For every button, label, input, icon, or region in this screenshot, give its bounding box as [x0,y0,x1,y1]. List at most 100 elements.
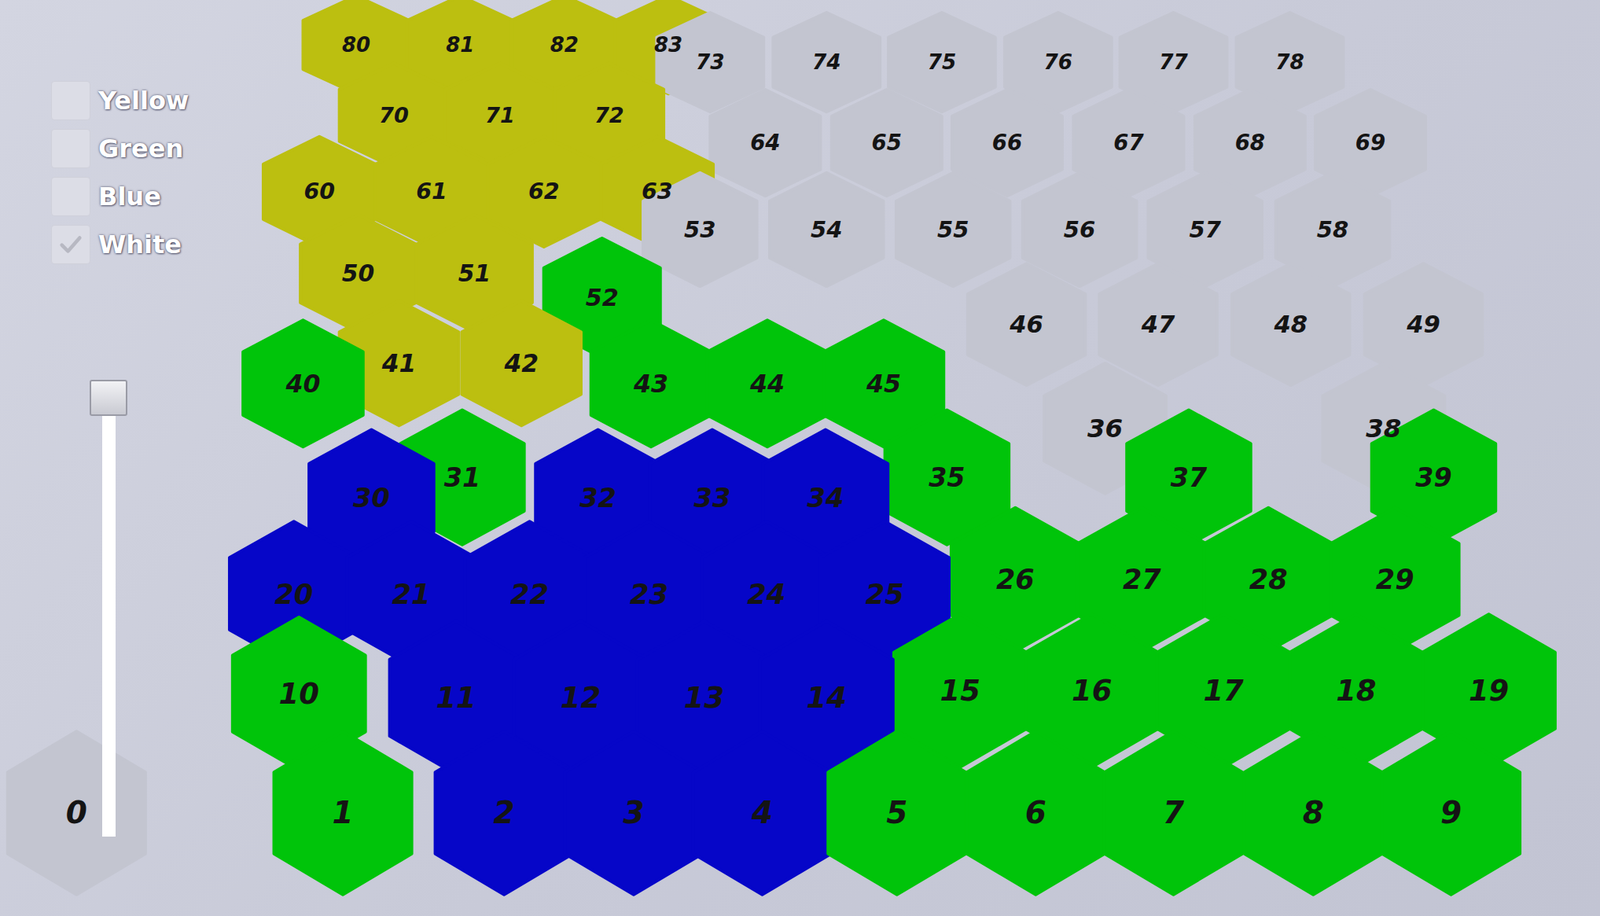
cell-label: 65 [871,129,902,156]
hex-cell[interactable] [435,731,574,895]
cell-label: 50 [342,259,375,287]
hex-cell[interactable] [1244,731,1383,895]
hex-map[interactable]: 0123456789101112131415161718192021222324… [0,0,1600,916]
cell-label: 5 [886,794,908,831]
checkbox[interactable] [51,128,91,169]
cell-label: 51 [458,259,491,287]
vertical-slider[interactable] [89,379,128,837]
cell-label: 35 [928,462,965,493]
cell-label: 66 [992,129,1023,156]
cell-label: 64 [750,129,780,156]
hex-cell[interactable] [242,320,364,447]
cell-label: 22 [510,577,549,611]
cell-label: 15 [940,673,981,708]
hex-cell[interactable] [1099,263,1218,386]
cell-label: 44 [749,369,785,398]
cell-label: 58 [1316,216,1349,243]
cell-label: 37 [1170,462,1208,493]
cell-label: 10 [279,676,320,711]
hex-cell[interactable] [896,172,1011,287]
cell-label: 39 [1415,462,1452,493]
hex-cell[interactable] [1104,731,1243,895]
cell-label: 11 [435,680,476,715]
cell-label: 75 [927,50,957,74]
cell-label: 81 [445,33,475,57]
checkbox[interactable] [51,224,91,265]
cell-label: 12 [560,680,601,715]
cell-label: 19 [1468,673,1509,708]
legend-item[interactable]: White [51,224,189,265]
cell-label: 45 [865,369,902,398]
cell-label: 24 [746,577,786,611]
legend-item[interactable]: Yellow [51,80,189,121]
cell-label: 34 [807,482,845,514]
cell-label: 56 [1063,216,1096,243]
cell-label: 60 [303,178,335,205]
checkbox[interactable] [51,176,91,217]
cell-label: 71 [485,102,515,128]
cell-label: 36 [1087,413,1123,444]
cell-label: 17 [1202,673,1244,708]
hex-cell[interactable] [693,731,832,895]
cell-label: 16 [1071,673,1112,708]
cell-label: 9 [1440,794,1462,831]
cell-label: 25 [865,577,905,611]
hex-cell[interactable] [461,300,582,426]
hex-cell[interactable] [1232,263,1350,386]
cell-label: 49 [1405,310,1441,339]
cell-label: 30 [353,482,390,514]
cell-label: 28 [1249,563,1288,596]
cell-label: 78 [1275,50,1305,74]
hex-cell[interactable] [772,12,880,112]
hex-cell[interactable] [967,731,1105,895]
cell-label: 83 [654,33,683,57]
cell-label: 70 [378,102,409,128]
cell-label: 41 [381,349,417,378]
cell-label: 21 [392,577,431,611]
cell-label: 13 [684,680,725,715]
legend-item[interactable]: Green [51,128,189,169]
hex-cell[interactable] [7,731,146,895]
cell-label: 57 [1189,216,1222,243]
cell-label: 14 [806,680,847,715]
cell-label: 4 [750,794,773,831]
cell-label: 48 [1272,310,1308,339]
hex-cell[interactable] [967,263,1086,386]
cell-label: 20 [274,577,313,611]
hex-cell[interactable] [709,89,821,196]
cell-label: 6 [1025,794,1047,831]
cell-label: 32 [579,482,617,514]
cell-label: 82 [550,33,579,57]
cell-label: 42 [503,349,539,378]
slider-fill [102,415,116,837]
hex-cell[interactable] [831,89,942,196]
hex-cell[interactable] [707,320,828,447]
cell-label: 67 [1113,129,1144,156]
cell-label: 68 [1235,129,1266,156]
cell-label: 26 [996,563,1035,596]
cell-label: 1 [332,794,354,831]
legend-label: Blue [98,181,162,212]
hex-cell[interactable] [769,172,884,287]
cell-label: 18 [1335,673,1376,708]
cell-label: 55 [937,216,969,243]
cell-label: 72 [594,102,625,128]
slider-track[interactable] [102,379,116,837]
cell-label: 23 [629,577,669,611]
legend: Yellow Green Blue White [51,80,189,265]
cell-label: 46 [1008,310,1044,339]
hex-map-view: 0123456789101112131415161718192021222324… [0,0,1600,916]
hex-cell[interactable] [827,731,966,895]
hex-cell[interactable] [591,320,712,447]
checkbox[interactable] [51,80,91,121]
cell-label: 63 [641,178,674,205]
cell-label: 29 [1375,563,1415,596]
hex-cell[interactable] [564,731,703,895]
legend-item[interactable]: Blue [51,176,189,217]
slider-thumb[interactable] [89,379,128,416]
hex-cell[interactable] [1382,731,1520,895]
cell-label: 31 [444,462,481,493]
cell-label: 73 [695,50,725,74]
cell-label: 74 [812,50,842,74]
hex-cell[interactable] [273,731,412,895]
